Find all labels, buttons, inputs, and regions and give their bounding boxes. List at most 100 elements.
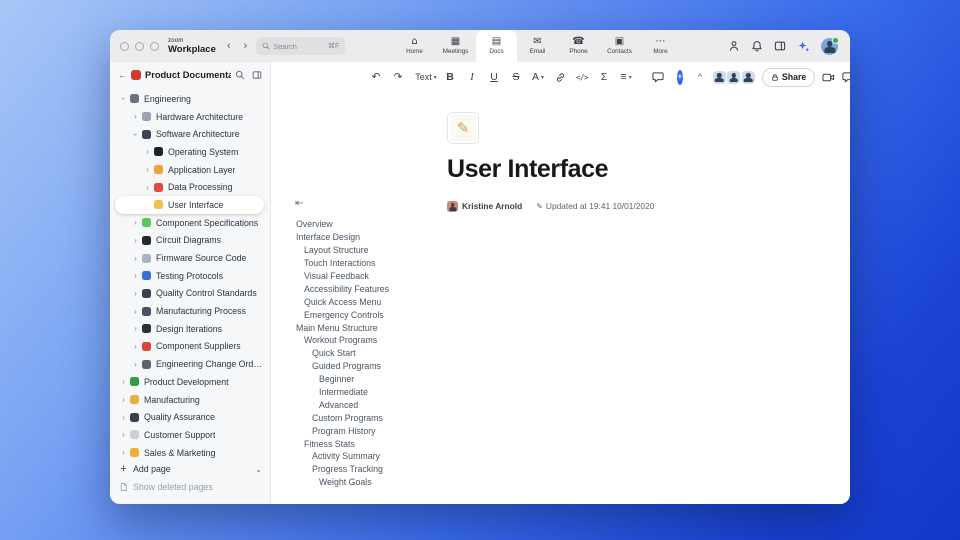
sidebar-item-data-processing[interactable]: › Data Processing [110,178,270,196]
sidebar-item-application-layer[interactable]: › Application Layer [110,161,270,179]
tree-chevron-icon[interactable]: › [119,430,128,439]
italic-button[interactable]: I [463,67,481,87]
outline-collapse-icon[interactable]: ⇤ [285,198,437,209]
tree-chevron-icon[interactable]: › [131,307,140,316]
tree-chevron-icon[interactable]: › [119,94,128,103]
sidebar-item-customer-support[interactable]: › Customer Support [110,426,270,444]
sidebar-search-icon[interactable] [235,70,245,80]
redo-button[interactable]: ↷ [389,67,407,87]
doc-title[interactable]: User Interface [447,155,819,184]
outline-item[interactable]: Quick Start [285,347,437,360]
sidebar-item-engineering[interactable]: › Engineering [110,90,270,108]
outline-item[interactable]: Emergency Controls [285,308,437,321]
link-button[interactable] [551,67,569,87]
video-camera-icon[interactable] [822,72,835,83]
sidebar-item-engineering-change-orders[interactable]: › Engineering Change Orders [110,355,270,373]
tree-chevron-icon[interactable]: › [131,342,140,351]
share-button[interactable]: Share [761,67,816,87]
tab-email[interactable]: ✉ Email [517,30,558,62]
outline-item[interactable]: Progress Tracking [285,463,437,476]
outline-item[interactable]: Layout Structure [285,244,437,257]
collapse-toolbar-button[interactable]: ^ [691,67,709,87]
sidebar-item-software-architecture[interactable]: › Software Architecture [110,125,270,143]
tab-more[interactable]: ⋯ More [640,30,681,62]
sidebar-item-sales-marketing[interactable]: › Sales & Marketing [110,444,270,460]
tree-chevron-icon[interactable]: › [131,324,140,333]
outline-item[interactable]: Quick Access Menu [285,295,437,308]
window-close-button[interactable] [120,41,129,51]
underline-button[interactable]: U [485,67,503,87]
outline-item[interactable]: Workout Programs [285,334,437,347]
tab-home[interactable]: ⌂ Home [394,30,435,62]
text-color-dropdown[interactable]: A ▾ [529,67,547,87]
outline-item[interactable]: Beginner [285,373,437,386]
outline-item[interactable]: Accessibility Features [285,282,437,295]
tree-chevron-icon[interactable]: › [119,377,128,386]
forward-button[interactable]: › [244,40,248,52]
sidebar-item-testing-protocols[interactable]: › Testing Protocols [110,267,270,285]
formula-button[interactable]: Σ [595,67,613,87]
workspace-title[interactable]: Product Documenta... [145,70,231,80]
outline-item[interactable]: Intermediate [285,386,437,399]
comment-button[interactable] [649,67,667,87]
sidebar-item-operating-system[interactable]: › Operating System [110,143,270,161]
sidebar-item-quality-assurance[interactable]: › Quality Assurance [110,408,270,426]
collaborator-avatar[interactable] [712,70,726,84]
tree-chevron-icon[interactable]: › [131,130,140,139]
ai-companion-sparkle-icon[interactable] [797,40,810,53]
sidebar-item-firmware-source-code[interactable]: › Firmware Source Code [110,249,270,267]
global-search-input[interactable]: Search ⌘F [256,37,346,55]
tab-contacts[interactable]: ▣ Contacts [599,30,640,62]
user-avatar[interactable] [821,36,839,55]
bold-button[interactable]: B [441,67,459,87]
show-deleted-pages-button[interactable]: Show deleted pages [119,478,262,496]
insert-block-button[interactable]: + [677,69,683,85]
tab-phone[interactable]: ☎ Phone [558,30,599,62]
sidebar-item-hardware-architecture[interactable]: › Hardware Architecture [110,108,270,126]
tab-docs[interactable]: ▤ Docs [476,30,517,62]
tree-chevron-icon[interactable]: › [131,289,140,298]
sidebar-item-component-specifications[interactable]: › Component Specifications [110,214,270,232]
collaborator-avatar[interactable] [741,70,755,84]
window-minimize-button[interactable] [135,41,144,51]
text-style-dropdown[interactable]: Text ▾ [415,67,437,87]
chat-bubble-icon[interactable] [842,71,850,83]
sidebar-item-manufacturing[interactable]: › Manufacturing [110,391,270,409]
tab-meetings[interactable]: ▦ Meetings [435,30,476,62]
sidebar-item-design-iterations[interactable]: › Design Iterations [110,320,270,338]
add-page-button[interactable]: + Add page ⌄ [119,460,262,478]
back-button[interactable]: ‹ [227,40,231,52]
doc-scroll-region[interactable]: ⇤ Overview Interface Design Layout Struc… [271,92,850,504]
tree-chevron-icon[interactable]: › [131,218,140,227]
doc-memo-icon[interactable]: ✎ [447,112,479,144]
tree-chevron-icon[interactable]: › [131,254,140,263]
tree-chevron-icon[interactable]: › [119,395,128,404]
outline-item[interactable]: Fitness Stats [285,437,437,450]
outline-item[interactable]: Weight Goals [285,476,437,489]
sidebar-panel-icon[interactable] [252,70,262,80]
outline-item[interactable]: Overview [285,218,437,231]
undo-button[interactable]: ↶ [367,67,385,87]
tree-chevron-icon[interactable]: › [131,236,140,245]
sidebar-item-manufacturing-process[interactable]: › Manufacturing Process [110,302,270,320]
outline-item[interactable]: Visual Feedback [285,270,437,283]
list-dropdown[interactable]: ≡ ▾ [617,67,635,87]
sidebar-back-button[interactable]: ← [118,70,127,80]
sidebar-item-circuit-diagrams[interactable]: › Circuit Diagrams [110,232,270,250]
tree-chevron-icon[interactable]: › [131,360,140,369]
sidebar-item-quality-control-standards[interactable]: › Quality Control Standards [110,285,270,303]
sidebar-item-user-interface[interactable]: User Interface [115,196,264,214]
panel-toggle-icon[interactable] [774,40,786,52]
outline-item[interactable]: Program History [285,424,437,437]
window-zoom-button[interactable] [150,41,159,51]
sidebar-item-component-suppliers[interactable]: › Component Suppliers [110,338,270,356]
outline-item[interactable]: Activity Summary [285,450,437,463]
sidebar-item-product-development[interactable]: › Product Development [110,373,270,391]
outline-item[interactable]: Advanced [285,398,437,411]
outline-item[interactable]: Interface Design [285,231,437,244]
tree-chevron-icon[interactable]: › [119,448,128,457]
outline-item[interactable]: Custom Programs [285,411,437,424]
outline-item[interactable]: Guided Programs [285,360,437,373]
outline-item[interactable]: Main Menu Structure [285,321,437,334]
profile-icon[interactable] [728,40,740,52]
